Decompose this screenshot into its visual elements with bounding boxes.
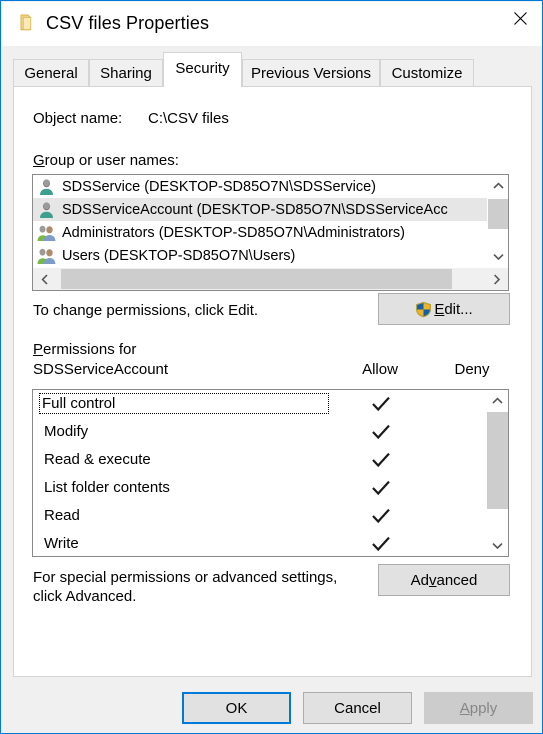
label-rest: ermissions for (43, 341, 137, 358)
advanced-button-label: Advanced (411, 572, 478, 589)
table-row[interactable]: Read & execute (33, 446, 488, 474)
label-prefix: Ad (410, 571, 429, 589)
accesskey-letter: P (33, 341, 44, 358)
group-list-vertical-scrollbar[interactable] (487, 175, 508, 267)
table-row[interactable]: List folder contents (33, 474, 488, 502)
allow-checkmark-icon[interactable] (355, 530, 407, 556)
object-name-value: C:\CSV files (148, 110, 229, 127)
label-rest: anced (436, 571, 478, 589)
accesskey-letter: E (434, 300, 445, 318)
chevron-left-icon[interactable] (33, 268, 56, 290)
permission-name: Write (44, 535, 79, 552)
group-icon (37, 224, 57, 242)
permissions-vertical-scrollbar[interactable] (487, 390, 508, 556)
change-permissions-hint: To change permissions, click Edit. (33, 302, 259, 319)
ok-button[interactable]: OK (182, 692, 291, 724)
group-or-user-names-label: Group or user names: (33, 152, 179, 169)
tab-customize[interactable]: Customize (380, 59, 474, 87)
permissions-for-principal: SDSServiceAccount (33, 361, 169, 378)
table-row[interactable]: Full control (33, 390, 488, 418)
close-icon[interactable] (497, 2, 542, 34)
column-header-deny: Deny (454, 361, 490, 378)
allow-checkmark-icon[interactable] (355, 390, 407, 418)
list-item-label: Administrators (DESKTOP-SD85O7N\Administ… (62, 224, 405, 241)
object-name-label: Object name: (33, 110, 123, 127)
advanced-hint-line2: click Advanced. (33, 588, 137, 605)
tab-security[interactable]: Security (163, 52, 242, 87)
permission-name: List folder contents (44, 479, 170, 496)
label-rest: dit... (444, 300, 473, 318)
table-row[interactable]: Modify (33, 418, 488, 446)
list-item-label: SDSServiceAccount (DESKTOP-SD85O7N\SDSSe… (62, 201, 448, 218)
cancel-button[interactable]: Cancel (303, 692, 412, 724)
group-icon (37, 247, 57, 265)
allow-checkmark-icon[interactable] (355, 474, 407, 502)
column-header-allow: Allow (362, 361, 398, 378)
permission-name: Full control (39, 393, 329, 414)
permission-name: Read & execute (44, 451, 151, 468)
allow-checkmark-icon[interactable] (355, 446, 407, 474)
group-list-horizontal-scrollbar[interactable] (33, 267, 508, 290)
permission-name: Read (44, 507, 80, 524)
cancel-button-label: Cancel (334, 699, 381, 717)
dialog-footer: OK Cancel Apply (2, 677, 542, 733)
accesskey-letter: A (459, 699, 470, 717)
advanced-hint-line1: For special permissions or advanced sett… (33, 569, 338, 586)
tab-label: Sharing (100, 65, 152, 82)
chevron-up-icon[interactable] (487, 390, 508, 411)
title-bar: CSV files Properties (2, 2, 542, 46)
advanced-hint: For special permissions or advanced sett… (33, 568, 337, 606)
list-item[interactable]: SDSService (DESKTOP-SD85O7N\SDSService) (33, 175, 487, 198)
chevron-right-icon[interactable] (485, 268, 508, 290)
user-icon (37, 178, 57, 196)
scrollbar-thumb[interactable] (488, 199, 508, 229)
scrollbar-thumb[interactable] (487, 412, 508, 509)
permission-name: Modify (44, 423, 89, 440)
allow-checkmark-icon[interactable] (355, 418, 407, 446)
group-or-user-names-list[interactable]: SDSService (DESKTOP-SD85O7N\SDSService) … (32, 174, 509, 291)
chevron-down-icon[interactable] (488, 246, 508, 267)
security-tab-panel: Object name: C:\CSV files Group or user … (13, 86, 532, 677)
user-icon (37, 201, 57, 219)
window-title: CSV files Properties (46, 13, 210, 33)
tab-sharing[interactable]: Sharing (89, 59, 163, 87)
scrollbar-thumb[interactable] (61, 269, 452, 289)
tab-label: Security (175, 60, 230, 77)
list-item[interactable]: SDSServiceAccount (DESKTOP-SD85O7N\SDSSe… (33, 198, 487, 221)
list-item-label: SDSService (DESKTOP-SD85O7N\SDSService) (62, 178, 376, 195)
group-list-items: SDSService (DESKTOP-SD85O7N\SDSService) … (33, 175, 487, 267)
apply-button-label: Apply (460, 700, 498, 717)
tab-strip: General Sharing Security Previous Versio… (2, 46, 542, 87)
allow-checkmark-icon[interactable] (355, 502, 407, 530)
permissions-for-label: Permissions for (33, 341, 136, 358)
list-item-label: Users (DESKTOP-SD85O7N\Users) (62, 247, 296, 264)
chevron-down-icon[interactable] (487, 535, 508, 556)
label-rest: roup or user names: (44, 152, 179, 169)
tab-label: General (24, 65, 78, 82)
edit-button-label: Edit... (434, 301, 472, 318)
uac-shield-icon (415, 301, 432, 318)
tab-label: Customize (391, 65, 463, 82)
advanced-button[interactable]: Advanced (378, 564, 510, 596)
properties-dialog: CSV files Properties General Sharing Sec… (0, 0, 543, 734)
chevron-up-icon[interactable] (488, 175, 508, 196)
tab-general[interactable]: General (13, 59, 89, 87)
list-item[interactable]: Users (DESKTOP-SD85O7N\Users) (33, 244, 487, 267)
table-row[interactable]: Read (33, 502, 488, 530)
label-rest: pply (469, 699, 498, 717)
permissions-rows: Full control Modify Read & execute List … (33, 390, 488, 556)
folder-icon (19, 14, 39, 32)
tab-previous-versions[interactable]: Previous Versions (242, 59, 380, 87)
tab-label: Previous Versions (250, 65, 372, 82)
apply-button: Apply (424, 692, 533, 724)
permissions-list[interactable]: Full control Modify Read & execute List … (32, 389, 509, 557)
edit-button[interactable]: Edit... (378, 293, 510, 325)
ok-button-label: OK (225, 699, 248, 717)
list-item[interactable]: Administrators (DESKTOP-SD85O7N\Administ… (33, 221, 487, 244)
accesskey-letter: G (33, 152, 45, 169)
table-row[interactable]: Write (33, 530, 488, 556)
